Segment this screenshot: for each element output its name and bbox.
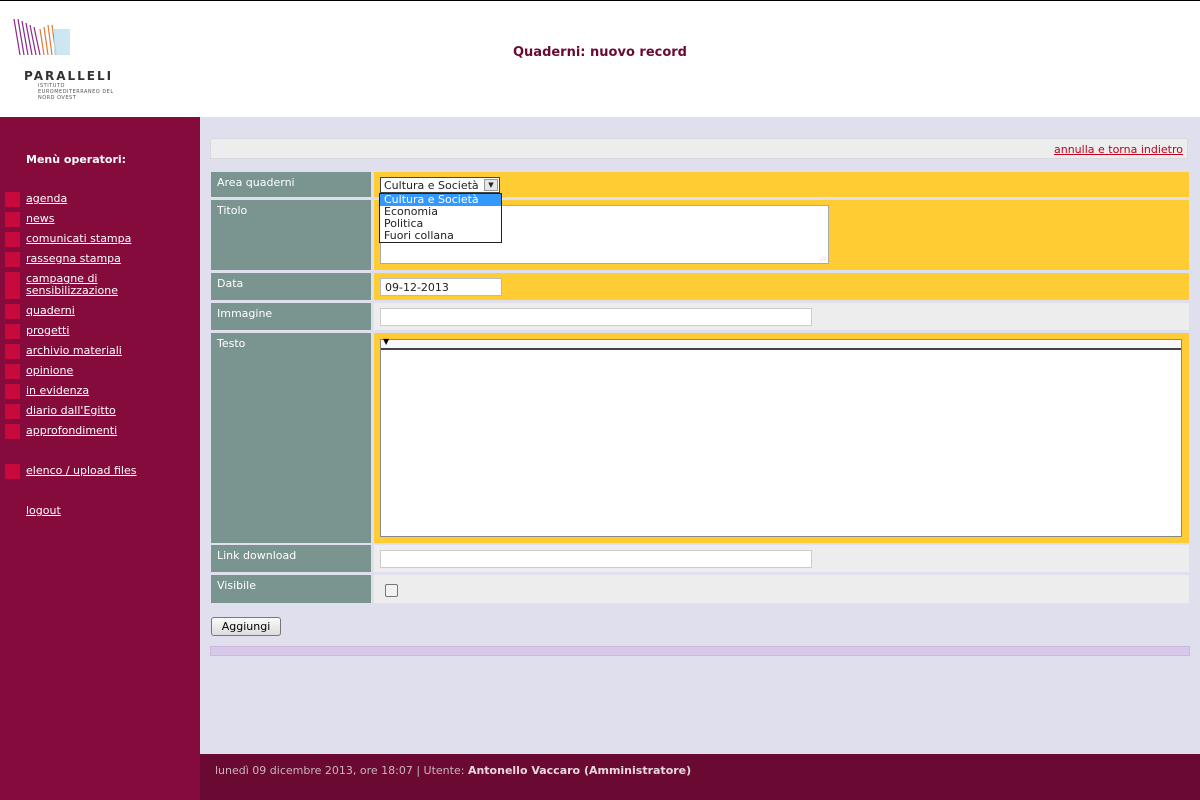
bullet-square-icon [5,272,20,299]
menu-spacer [0,483,200,503]
toolbar-toggle-icon[interactable]: ▼ [383,337,389,346]
link-download-input[interactable] [380,550,812,568]
sidebar-item-diario[interactable]: diario dall'Egitto [0,403,200,423]
field-cell: 09-12-2013 [374,273,1189,300]
sidebar-item-upload-files[interactable]: elenco / upload files [0,463,200,483]
sidebar-link[interactable]: news [26,213,156,225]
field-label: Immagine [211,303,371,330]
footer-status: lunedì 09 dicembre 2013, ore 18:07 | Ute… [215,764,691,777]
resize-grip-icon[interactable]: .:: [820,255,826,262]
field-label: Area quaderni [211,172,371,197]
date-input[interactable]: 09-12-2013 [380,278,502,296]
row-testo: Testo ▼ [211,333,1189,543]
sidebar-item-news[interactable]: news [0,211,200,231]
bullet-square-icon [5,424,20,439]
sidebar: Menù operatori: agenda news comunicati s… [0,117,200,754]
bullet-square-icon [5,232,20,247]
sidebar-link[interactable]: approfondimenti [26,425,156,437]
sidebar-item-agenda[interactable]: agenda [0,191,200,211]
field-label: Titolo [211,200,371,270]
main-content: annulla e torna indietro Area quaderni C… [200,117,1200,754]
bullet-square-icon [5,404,20,419]
logo-subtitle: ISTITUTO EUROMEDITERRANEO DEL NORD OVEST [38,83,114,101]
sidebar-link[interactable]: quaderni [26,305,156,317]
sidebar-link[interactable]: rassegna stampa [26,253,156,265]
sidebar-item-logout[interactable]: logout [0,503,200,523]
field-label: Visibile [211,575,371,603]
row-titolo: Titolo .:: [211,200,1189,270]
row-area-quaderni: Area quaderni Cultura e Società ▼ [211,172,1189,197]
menu-title: Menù operatori: [26,153,127,166]
sidebar-link[interactable]: diario dall'Egitto [26,405,156,417]
dropdown-option[interactable]: Fuori collana [380,230,501,242]
field-label: Link download [211,545,371,572]
field-cell: ▼ [374,333,1189,543]
footer-user: Antonello Vaccaro (Amministratore) [467,764,692,777]
field-label: Data [211,273,371,300]
sidebar-item-archivio-materiali[interactable]: archivio materiali [0,343,200,363]
logo-text: PARALLELI [24,69,114,83]
sidebar-menu: agenda news comunicati stampa rassegna s… [0,191,200,523]
sidebar-item-rassegna-stampa[interactable]: rassegna stampa [0,251,200,271]
sidebar-link[interactable]: campagne di sensibilizzazione [26,273,126,297]
sidebar-item-comunicati-stampa[interactable]: comunicati stampa [0,231,200,251]
row-data: Data 09-12-2013 [211,273,1189,300]
sidebar-link[interactable]: comunicati stampa [26,233,156,245]
bullet-square-icon [5,212,20,227]
sidebar-item-in-evidenza[interactable]: in evidenza [0,383,200,403]
cancel-link[interactable]: annulla e torna indietro [1054,143,1183,156]
row-immagine: Immagine [211,303,1189,330]
sidebar-item-quaderni[interactable]: quaderni [0,303,200,323]
bullet-square-icon [5,364,20,379]
row-link-download: Link download [211,545,1189,572]
field-label: Testo [211,333,371,543]
bullet-square-icon [5,192,20,207]
footer-date: lunedì 09 dicembre 2013, ore 18:07 | Ute… [215,764,468,777]
bullet-square-icon [5,324,20,339]
bullet-square-icon [5,344,20,359]
chevron-down-icon[interactable]: ▼ [484,179,498,191]
bullet-square-icon [5,464,20,479]
sidebar-link[interactable]: elenco / upload files [26,465,156,477]
sidebar-link[interactable]: archivio materiali [26,345,156,357]
sidebar-link[interactable]: opinione [26,365,156,377]
sidebar-link[interactable]: in evidenza [26,385,156,397]
editor-toolbar: ▼ [381,337,1181,350]
header: PARALLELI ISTITUTO EUROMEDITERRANEO DEL … [0,0,1200,117]
visibile-checkbox[interactable] [385,584,398,597]
sidebar-item-opinione[interactable]: opinione [0,363,200,383]
bullet-square-icon [5,384,20,399]
field-cell [374,545,1189,572]
footer-sidebar-strip [0,754,200,800]
field-cell [374,575,1189,603]
immagine-input[interactable] [380,308,812,326]
area-select[interactable]: Cultura e Società ▼ [380,177,500,193]
footer: lunedì 09 dicembre 2013, ore 18:07 | Ute… [0,754,1200,800]
sidebar-link[interactable]: agenda [26,193,156,205]
field-cell [374,303,1189,330]
sidebar-link[interactable]: progetti [26,325,156,337]
logout-link[interactable]: logout [26,505,156,517]
sidebar-item-progetti[interactable]: progetti [0,323,200,343]
bullet-square-icon [5,252,20,267]
bullet-square-icon [5,304,20,319]
testo-rich-editor[interactable]: ▼ [380,337,1182,537]
aggiungi-button[interactable]: Aggiungi [211,617,281,636]
select-value: Cultura e Società [384,179,479,192]
action-bar: annulla e torna indietro [210,138,1188,159]
page-title: Quaderni: nuovo record [512,45,687,60]
area-dropdown-list[interactable]: Cultura e Società Economia Politica Fuor… [379,193,502,243]
menu-spacer [0,443,200,463]
sidebar-item-approfondimenti[interactable]: approfondimenti [0,423,200,443]
bottom-bar [210,646,1190,656]
row-visibile: Visibile [211,575,1189,603]
sidebar-item-campagne[interactable]: campagne di sensibilizzazione [0,271,200,303]
